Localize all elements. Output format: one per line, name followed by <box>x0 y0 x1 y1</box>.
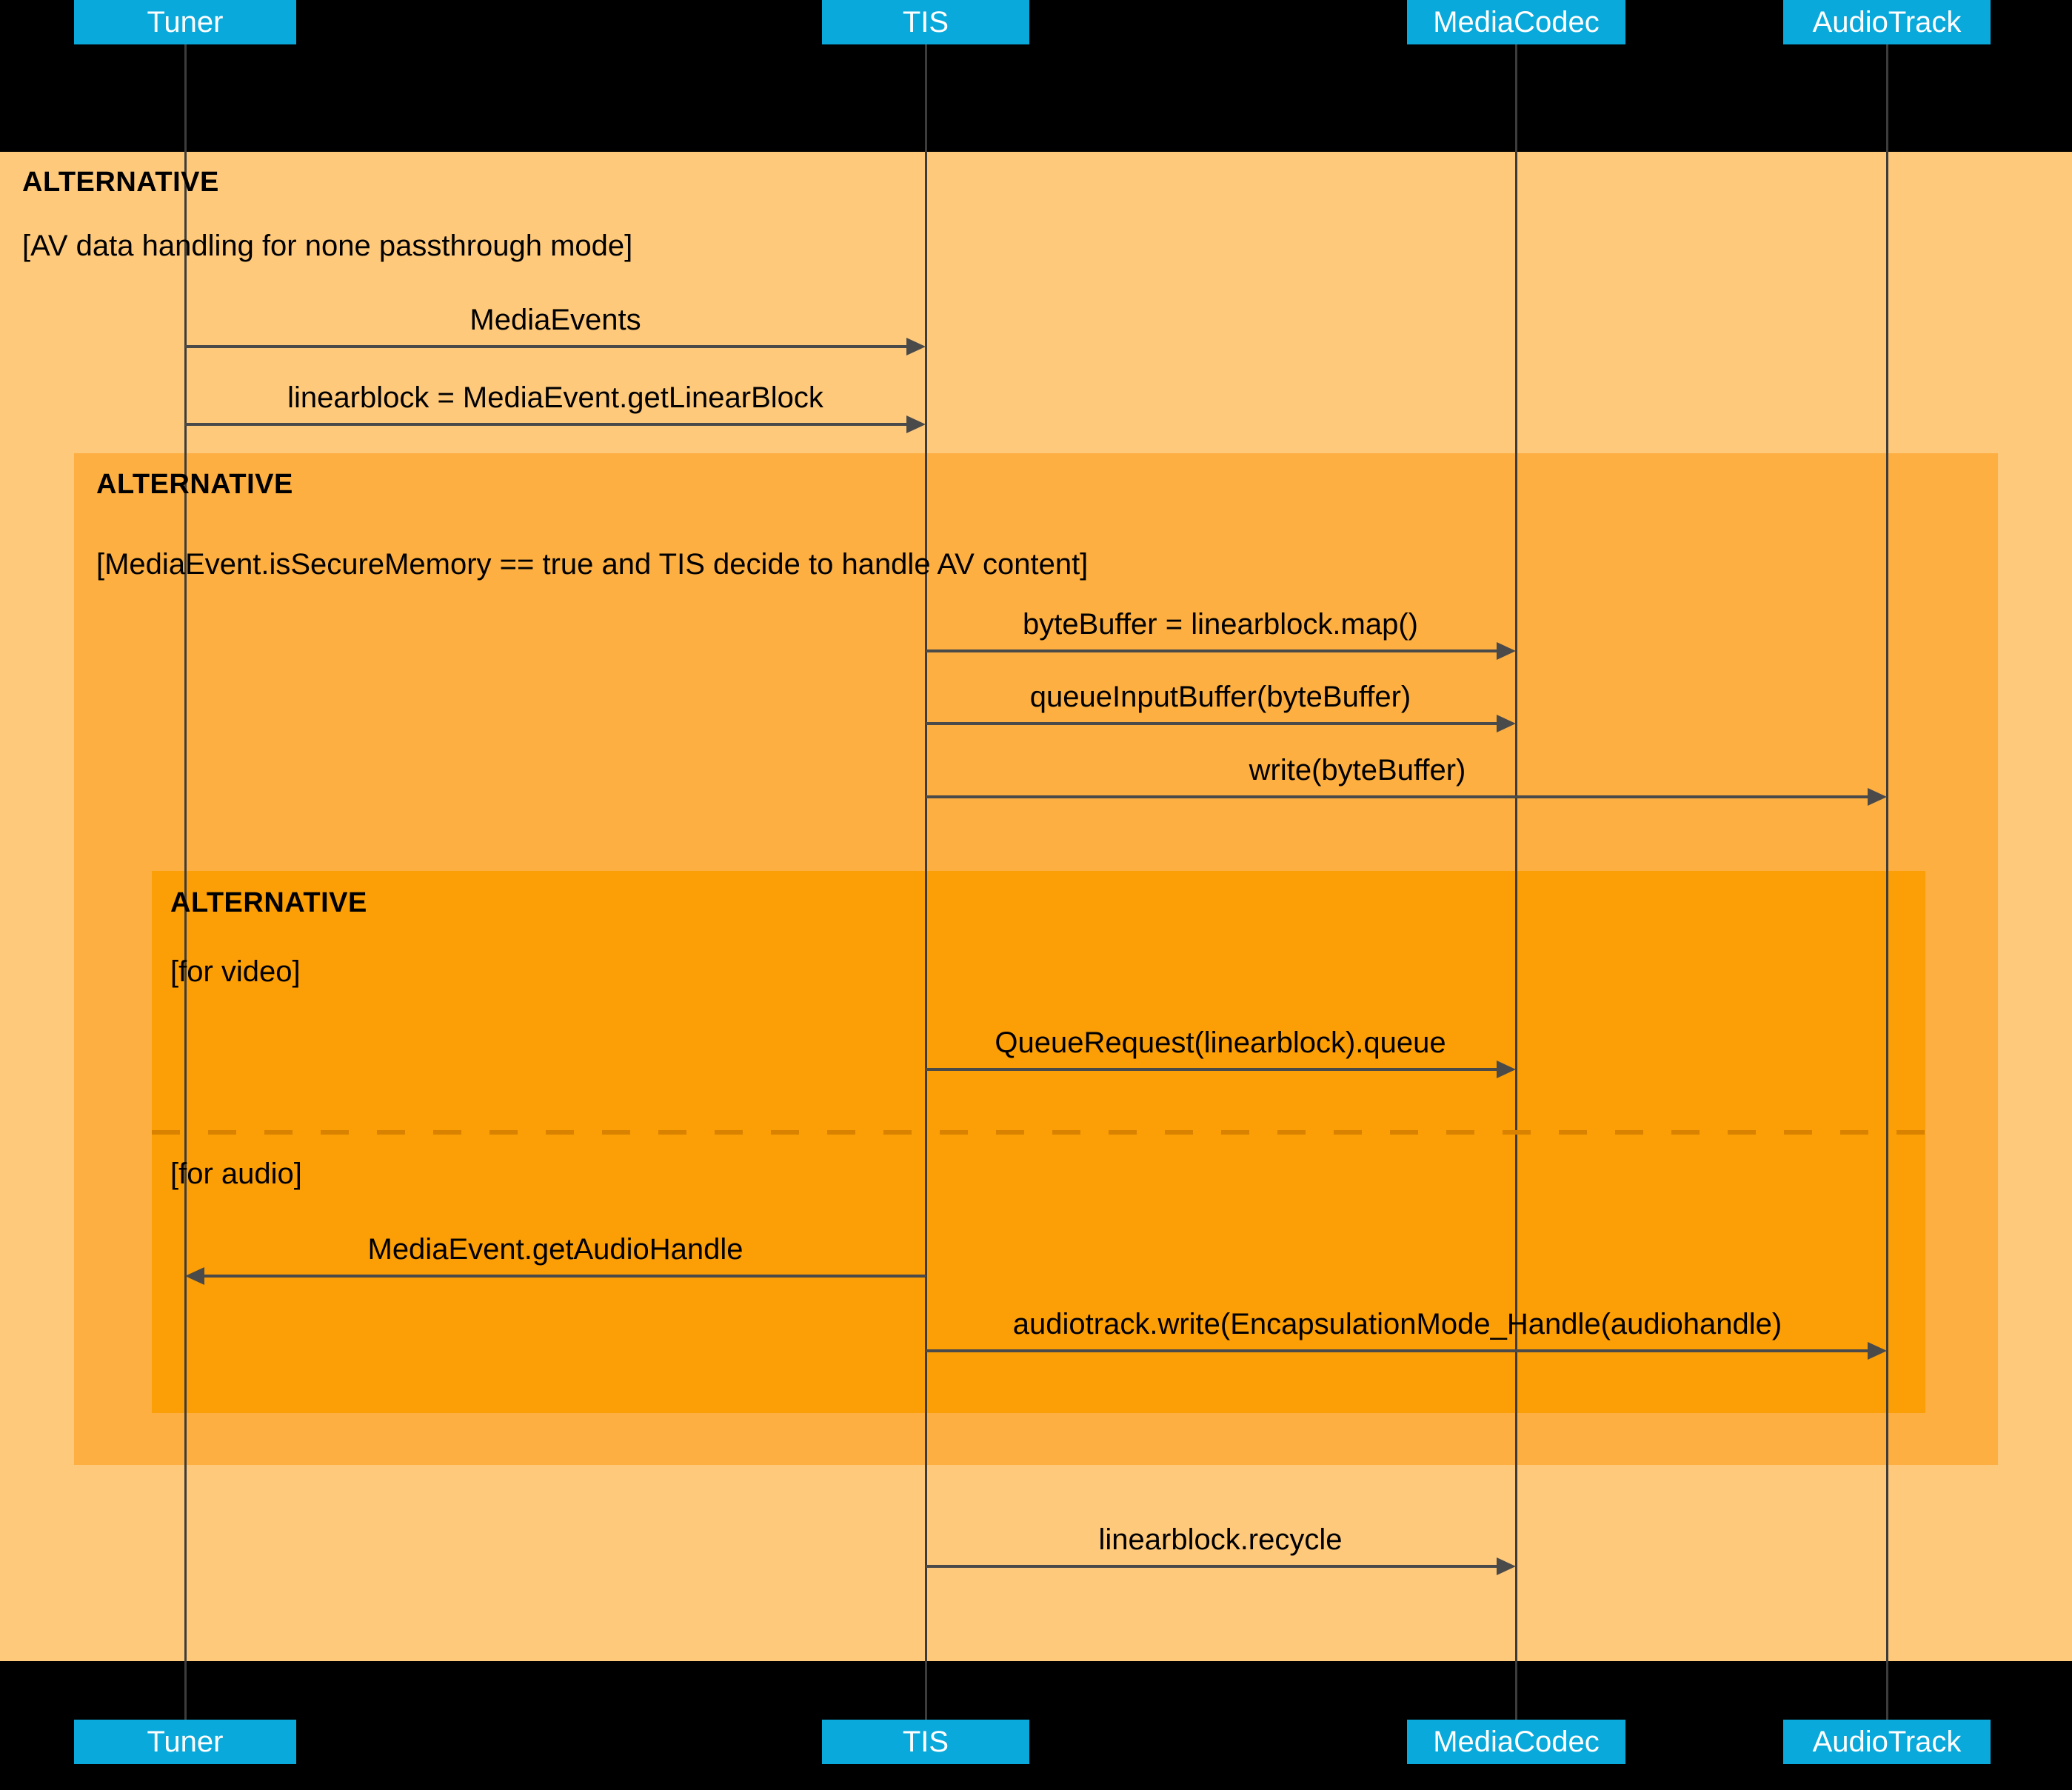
message-line <box>926 795 1868 798</box>
lifeline-tuner <box>184 43 187 1720</box>
message-line <box>185 423 906 426</box>
message-label: MediaEvents <box>469 304 641 336</box>
participant-label: AudioTrack <box>1812 1725 1962 1758</box>
participant-label: MediaCodec <box>1433 5 1600 39</box>
alt-divider <box>152 1130 1925 1135</box>
frame-guard-alt-av-video: [for video] <box>170 955 301 988</box>
participant-audiotrack-bottom[interactable]: AudioTrack <box>1783 1720 1991 1764</box>
message-line <box>926 722 1497 725</box>
participant-tis-top[interactable]: TIS <box>822 0 1029 44</box>
message-line <box>926 649 1497 652</box>
frame-operator-alt-secure: ALTERNATIVE <box>96 469 293 500</box>
message-line <box>185 345 906 348</box>
participant-audiotrack-top[interactable]: AudioTrack <box>1783 0 1991 44</box>
message-label: QueueRequest(linearblock).queue <box>995 1026 1446 1059</box>
message-label: queueInputBuffer(byteBuffer) <box>1029 681 1411 713</box>
arrowhead-right-icon <box>1868 1342 1887 1360</box>
lifeline-audiotrack <box>1886 43 1888 1720</box>
participant-label: AudioTrack <box>1812 5 1962 39</box>
frame-operator-alt-av: ALTERNATIVE <box>170 887 367 918</box>
participant-label: Tuner <box>147 5 224 39</box>
participant-tis-bottom[interactable]: TIS <box>822 1720 1029 1764</box>
arrowhead-right-icon <box>1868 788 1887 806</box>
message-label: byteBuffer = linearblock.map() <box>1023 608 1418 641</box>
participant-label: TIS <box>902 1725 949 1758</box>
participant-label: Tuner <box>147 1725 224 1758</box>
message-label: write(byteBuffer) <box>1249 754 1466 787</box>
frame-operator-alt-outer: ALTERNATIVE <box>22 167 219 198</box>
participant-tuner-bottom[interactable]: Tuner <box>74 1720 296 1764</box>
message-line <box>926 1068 1497 1071</box>
message-label: MediaEvent.getAudioHandle <box>367 1233 743 1266</box>
frame-guard-alt-outer: [AV data handling for none passthrough m… <box>22 230 633 262</box>
arrowhead-left-icon <box>185 1267 204 1285</box>
sequence-diagram-canvas: Tuner TIS MediaCodec AudioTrack Tuner TI… <box>0 0 2072 1790</box>
participant-mediacodec-bottom[interactable]: MediaCodec <box>1407 1720 1625 1764</box>
participant-label: TIS <box>902 5 949 39</box>
arrowhead-right-icon <box>906 338 926 355</box>
arrowhead-right-icon <box>1497 1557 1516 1575</box>
lifeline-tis <box>925 43 927 1720</box>
arrowhead-right-icon <box>906 415 926 433</box>
arrowhead-right-icon <box>1497 715 1516 732</box>
lifeline-mediacodec <box>1515 43 1517 1720</box>
participant-label: MediaCodec <box>1433 1725 1600 1758</box>
message-label: linearblock.recycle <box>1098 1523 1343 1556</box>
message-line <box>926 1565 1497 1568</box>
frame-guard-alt-secure: [MediaEvent.isSecureMemory == true and T… <box>96 548 1089 581</box>
arrowhead-right-icon <box>1497 642 1516 660</box>
message-label: audiotrack.write(EncapsulationMode_Handl… <box>1012 1308 1782 1340</box>
participant-tuner-top[interactable]: Tuner <box>74 0 296 44</box>
frame-guard-alt-av-audio: [for audio] <box>170 1158 302 1190</box>
arrowhead-right-icon <box>1497 1061 1516 1078</box>
message-line <box>204 1275 926 1278</box>
message-line <box>926 1349 1868 1352</box>
participant-mediacodec-top[interactable]: MediaCodec <box>1407 0 1625 44</box>
message-label: linearblock = MediaEvent.getLinearBlock <box>287 381 823 414</box>
